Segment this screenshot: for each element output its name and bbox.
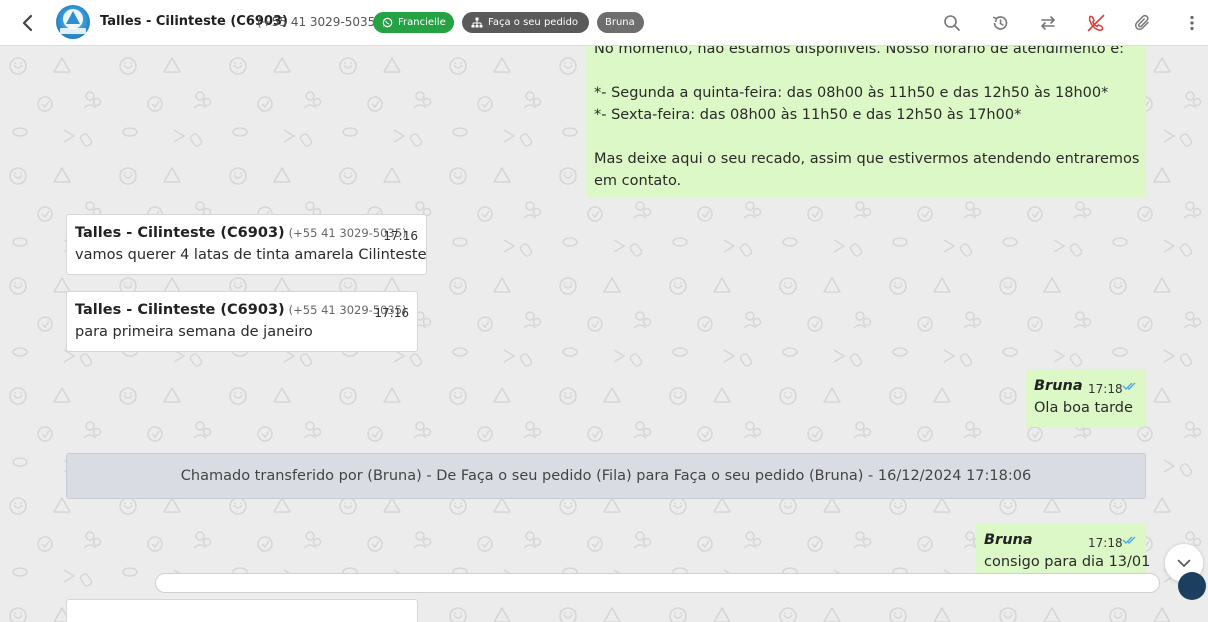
history-icon[interactable] [989, 12, 1011, 34]
message-text: para primeira semana de janeiro [75, 324, 313, 340]
auto-reply-line: Mas deixe aqui o seu recado, assim que e… [594, 151, 1140, 167]
tag-queue-label: Faça o seu pedido [488, 17, 579, 28]
sitemap-icon [471, 17, 483, 28]
attach-icon[interactable] [1132, 12, 1154, 34]
back-arrow-icon[interactable] [14, 11, 40, 35]
incoming-message [66, 599, 418, 622]
auto-reply-line: em contato. [594, 173, 682, 189]
tag-queue[interactable]: Faça o seu pedido [462, 12, 589, 33]
auto-reply-line: No momento, não estamos disponíveis. Nos… [594, 46, 1125, 57]
tag-agent[interactable]: Bruna [597, 12, 644, 33]
message-time: 17:18 [1088, 382, 1123, 396]
auto-reply-line: *- Segunda a quinta-feira: das 08h00 às … [594, 85, 1109, 101]
message-text: consigo para dia 13/01 [984, 554, 1151, 570]
contact-avatar[interactable] [56, 5, 90, 39]
message-agent: Bruna [1034, 378, 1083, 394]
contact-phone: (+55 41 3029-5035) [257, 15, 380, 29]
double-check-icon [1122, 382, 1136, 390]
auto-reply-line: *- Sexta-feira: das 08h00 às 11h50 e das… [594, 107, 1022, 123]
incoming-message: Talles - Cilinteste (C6903) (+55 41 3029-… [66, 291, 418, 352]
incoming-message: Talles - Cilinteste (C6903) (+55 41 3029-… [66, 214, 427, 275]
message-time: 17:18 [1088, 536, 1123, 550]
chat-area[interactable]: No momento, não estamos disponíveis. Nos… [0, 46, 1208, 622]
tag-agent-label: Bruna [605, 17, 635, 28]
end-call-icon[interactable] [1085, 12, 1107, 34]
double-check-icon [1122, 536, 1136, 544]
outgoing-message: Bruna Ola boa tarde 17:18 [1026, 369, 1146, 427]
transfer-icon[interactable] [1037, 12, 1059, 34]
message-agent: Bruna [984, 532, 1033, 548]
more-vert-icon[interactable] [1181, 12, 1203, 34]
message-time: 17:16 [374, 306, 409, 320]
message-sender: Talles - Cilinteste (C6903) [75, 302, 285, 318]
transfer-notice-text: Chamado transferido por (Bruna) - De Faç… [180, 468, 1032, 484]
tag-channel-label: Francielle [398, 17, 446, 28]
chat-header: Talles - Cilinteste (C6903) (+55 41 3029… [0, 0, 1208, 46]
search-icon[interactable] [941, 12, 963, 34]
message-time: 17:16 [383, 229, 418, 243]
transfer-notice: Chamado transferido por (Bruna) - De Faç… [66, 453, 1146, 499]
message-sender: Talles - Cilinteste (C6903) [75, 225, 285, 241]
send-button[interactable] [1178, 572, 1206, 600]
auto-reply-message: No momento, não estamos disponíveis. Nos… [586, 46, 1146, 197]
message-input[interactable] [155, 573, 1160, 593]
whatsapp-icon [382, 17, 393, 28]
message-text: Ola boa tarde [1034, 400, 1133, 416]
chevron-down-icon [1177, 559, 1191, 567]
tag-channel[interactable]: Francielle [373, 12, 454, 33]
message-text: vamos querer 4 latas de tinta amarela Ci… [75, 247, 427, 263]
